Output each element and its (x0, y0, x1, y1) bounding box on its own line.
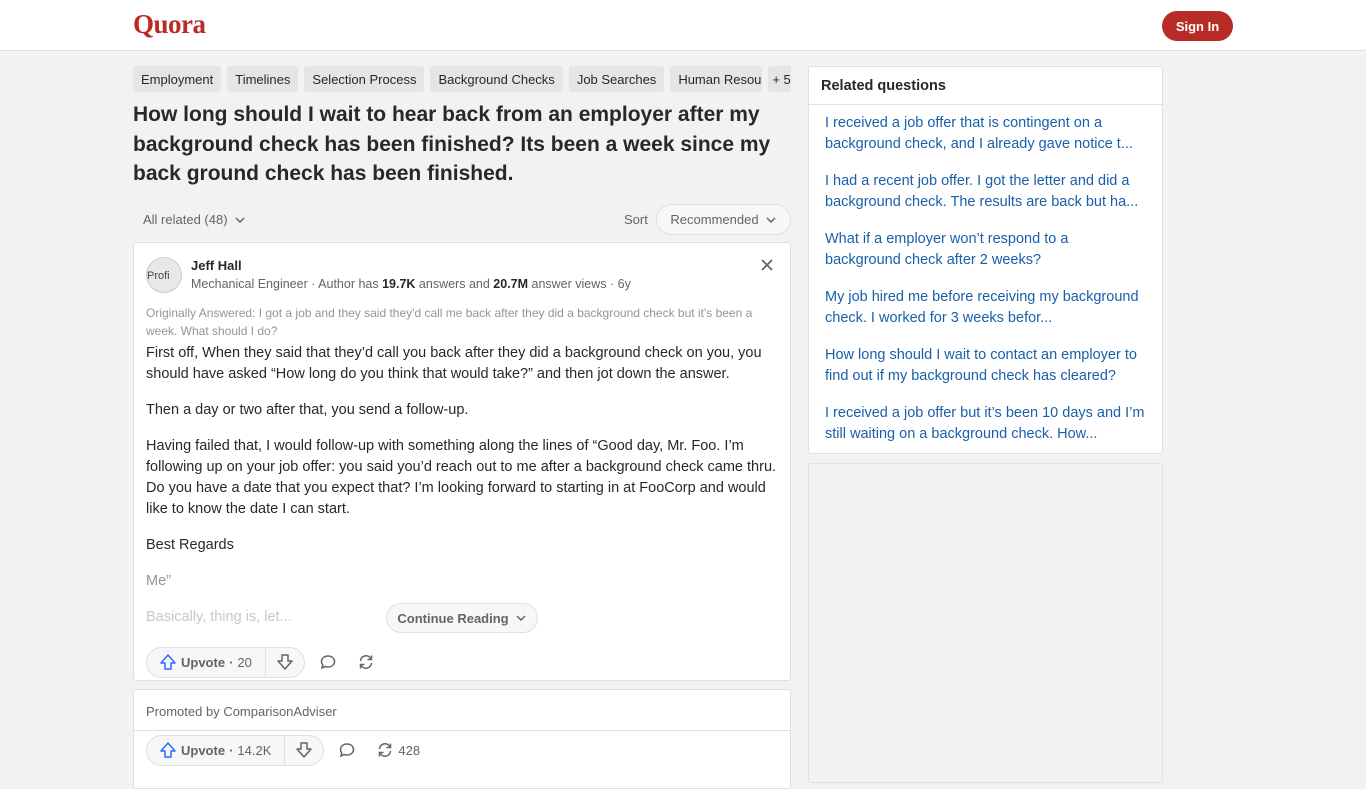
author-credential: Mechanical Engineer · Author has 19.7K a… (191, 277, 631, 291)
related-questions-list: I received a job offer that is contingen… (809, 105, 1162, 461)
related-question-text: My job hired me before receiving my back… (825, 289, 1139, 326)
avatar[interactable]: Profi (146, 257, 182, 293)
answer-paragraph: Best Regards (146, 537, 234, 553)
question-title: How long should I wait to hear back from… (133, 103, 771, 185)
answers-count: 19.7K (382, 277, 416, 291)
related-question-text: What if a employer won’t respond to a ba… (825, 231, 1069, 268)
reshare-icon (379, 743, 392, 757)
upvote-button[interactable]: Upvote · 14.2K (147, 735, 286, 765)
upvote-label: Upvote (181, 654, 226, 670)
continue-reading-label: Continue Reading (397, 610, 509, 626)
quora-logo[interactable]: Quora (133, 9, 206, 40)
continue-reading-button[interactable]: Continue Reading (386, 603, 538, 633)
topic-list: Employment Timelines Selection Process B… (133, 66, 791, 92)
close-icon (761, 259, 773, 271)
comment-button[interactable] (332, 735, 362, 765)
related-questions-title: Related questions (809, 67, 1162, 105)
sort-value: Recommended (670, 212, 759, 227)
related-question-text: I received a job offer but it’s been 10 … (825, 405, 1145, 442)
share-count: 428 (398, 742, 421, 758)
downvote-button[interactable] (285, 736, 323, 765)
top-bar: Quora Sign In (0, 0, 1366, 51)
originally-answered[interactable]: Originally Answered: I got a job and the… (146, 304, 782, 340)
related-question-text: How long should I wait to contact an emp… (825, 347, 1137, 384)
related-question-link[interactable]: How long should I wait to contact an emp… (809, 345, 1162, 403)
related-question-link[interactable]: I had a recent job offer. I got the lett… (809, 171, 1162, 229)
answer-filter-bar: All related (48) Sort Recommended (133, 204, 791, 236)
chevron-down-icon (516, 615, 526, 622)
answer-paragraph: Then a day or two after that, you send a… (146, 402, 469, 418)
ad-placeholder (808, 463, 1163, 783)
share-button[interactable] (351, 647, 381, 677)
related-question-link[interactable]: I received a job offer but it’s been 10 … (809, 403, 1162, 461)
chevron-down-icon (766, 216, 776, 223)
topic-tag[interactable]: Selection Process (304, 66, 425, 92)
credential-prefix: Mechanical Engineer · Author has (191, 277, 383, 291)
promoted-actions: Upvote · 14.2K 428 (146, 734, 420, 766)
answer-paragraph: Me” (146, 573, 171, 589)
promoted-card: Promoted by ComparisonAdviser Upvote · 1… (133, 689, 791, 789)
comment-icon (320, 655, 336, 670)
upvote-button[interactable]: Upvote · 20 (147, 647, 266, 677)
vote-group: Upvote · 14.2K (146, 734, 325, 766)
topic-tag[interactable]: Job Searches (568, 66, 665, 92)
views-count: 20.7M (493, 277, 529, 291)
upvote-separator: · (229, 742, 234, 758)
comment-button[interactable] (313, 647, 343, 677)
sort-dropdown[interactable]: Recommended (656, 204, 791, 235)
comment-icon (340, 743, 355, 758)
reshare-icon (359, 655, 373, 669)
answer-card: Profi Jeff Hall Mechanical Engineer · Au… (133, 242, 791, 681)
related-questions-panel: Related questions I received a job offer… (808, 66, 1163, 454)
upvote-count: 20 (237, 654, 252, 670)
share-button[interactable]: 428 (376, 735, 420, 765)
divider (134, 730, 790, 731)
topic-tag[interactable]: Human Resou (670, 66, 763, 92)
topic-tag[interactable]: Employment (133, 66, 222, 92)
upvote-icon (160, 654, 176, 670)
author-name[interactable]: Jeff Hall (191, 258, 242, 273)
related-question-link[interactable]: What if a employer won’t respond to a ba… (809, 229, 1162, 287)
all-related-dropdown[interactable]: All related (48) (143, 212, 246, 227)
sort-label: Sort (624, 212, 648, 227)
sign-in-button[interactable]: Sign In (1162, 11, 1233, 41)
upvote-icon (160, 742, 176, 758)
vote-group: Upvote · 20 (146, 646, 305, 678)
answer-paragraph: Having failed that, I would follow-up wi… (146, 438, 777, 517)
upvote-label: Upvote (181, 742, 226, 758)
close-button[interactable] (756, 254, 778, 276)
promoted-by-label[interactable]: Promoted by ComparisonAdviser (146, 704, 337, 719)
downvote-icon (277, 654, 293, 670)
downvote-button[interactable] (266, 648, 304, 677)
credential-mid: answers and (415, 277, 494, 291)
related-question-text: I had a recent job offer. I got the lett… (825, 173, 1139, 210)
answer-actions: Upvote · 20 (146, 646, 381, 678)
answer-paragraph: First off, When they said that they’d ca… (146, 345, 762, 382)
answer-body: First off, When they said that they’d ca… (146, 343, 782, 637)
upvote-separator: · (229, 654, 234, 670)
related-question-link[interactable]: My job hired me before receiving my back… (809, 287, 1162, 345)
related-question-link[interactable]: I received a job offer that is contingen… (809, 113, 1162, 171)
credential-suffix: answer views · 6y (528, 277, 631, 291)
chevron-down-icon (235, 216, 245, 223)
topic-tag[interactable]: Background Checks (430, 66, 563, 92)
topic-tag[interactable]: Timelines (227, 66, 299, 92)
all-related-label: All related (48) (143, 212, 228, 227)
downvote-icon (296, 742, 313, 758)
upvote-count: 14.2K (237, 742, 272, 758)
more-topics-button[interactable]: + 5 (768, 66, 791, 92)
related-question-text: I received a job offer that is contingen… (825, 115, 1133, 152)
